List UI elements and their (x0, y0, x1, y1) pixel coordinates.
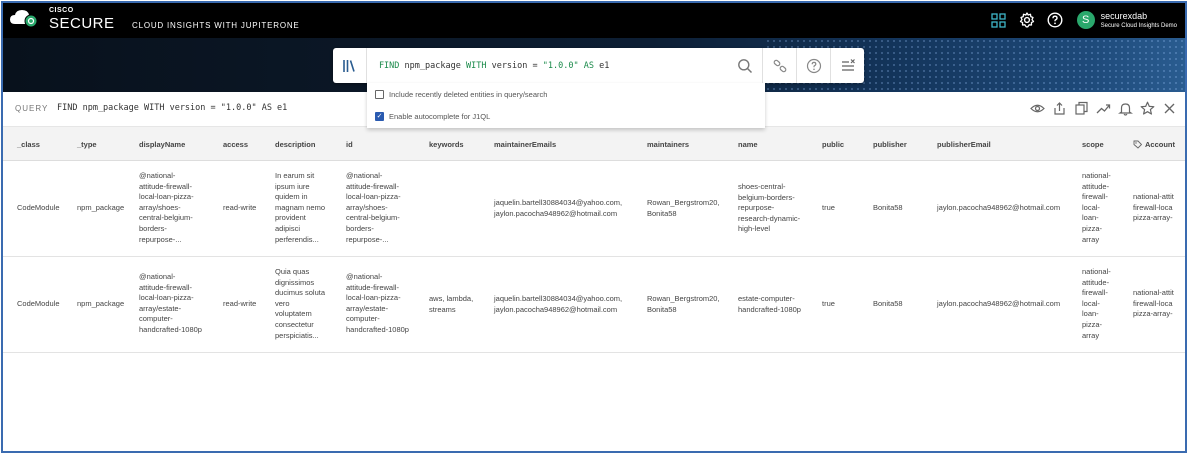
gear-icon[interactable] (1017, 10, 1037, 30)
column-header[interactable]: maintainerEmails (494, 140, 556, 149)
cell-type: npm_package (77, 203, 125, 212)
clear-query-icon[interactable] (830, 48, 864, 83)
help-circle-icon[interactable] (796, 48, 830, 83)
copy-icon[interactable] (1073, 100, 1089, 116)
table-header: _class _type displayName access descript… (3, 127, 1185, 161)
close-icon[interactable] (1161, 100, 1177, 116)
user-avatar[interactable]: S (1076, 11, 1095, 29)
query-keyword: AS (583, 60, 594, 71)
result-actions (1023, 100, 1177, 116)
cell-maintainers: Rowan_Bergstrom20, Bonita58 (647, 198, 720, 218)
query-label: QUERY (15, 104, 49, 113)
query-value: "1.0.0" (542, 60, 579, 71)
cell-public: true (822, 299, 835, 308)
query-options-dropdown: Include recently deleted entities in que… (367, 83, 765, 128)
cell-publisher-email: jaylon.pacocha948962@hotmail.com (937, 203, 1061, 212)
cell-maintainer-emails: jaquelin.bartell30884034@yahoo.com, jayl… (494, 294, 623, 314)
help-icon[interactable] (1045, 10, 1065, 30)
user-name: securexdab (1100, 10, 1148, 21)
query-text: FIND npm_package WITH version = "1.0.0" … (57, 103, 288, 113)
column-header[interactable]: public (822, 140, 844, 149)
grid-icon[interactable] (989, 10, 1009, 30)
search-icon[interactable] (728, 48, 762, 83)
query-alias: e1 (599, 60, 610, 71)
query-entity: npm_package (404, 60, 461, 71)
cell-class: CodeModule (17, 299, 60, 308)
column-header[interactable]: displayName (139, 140, 185, 149)
cell-public: true (822, 203, 835, 212)
link-icon[interactable] (762, 48, 796, 83)
secure-wordmark: SECURE (49, 15, 115, 32)
column-header-label: Account (1145, 140, 1175, 149)
top-navbar: CISCO SECURE CLOUD INSIGHTS WITH JUPITER… (3, 3, 1185, 38)
cell-keywords: aws, lambda, streams (429, 294, 474, 314)
table-row[interactable]: CodeModule npm_package @national- attitu… (3, 257, 1185, 353)
trend-icon[interactable] (1095, 100, 1111, 116)
column-header[interactable]: id (346, 140, 353, 149)
cell-publisher-email: jaylon.pacocha948962@hotmail.com (937, 299, 1061, 308)
eye-icon[interactable] (1029, 100, 1045, 116)
query-property: version (491, 60, 528, 71)
user-menu[interactable]: securexdab Secure Cloud Insights Demo (1100, 10, 1177, 29)
cell-description: In earum sit ipsum iure quidem in magnam… (275, 171, 326, 244)
column-header[interactable]: _class (17, 140, 40, 149)
cell-maintainer-emails: jaquelin.bartell30884034@yahoo.com, jayl… (494, 198, 623, 218)
cell-account: national-attit firewall-loca pizza-array… (1133, 288, 1174, 319)
query-bar: FIND npm_package WITH version = "1.0.0" … (333, 48, 864, 83)
app-window: CISCO SECURE CLOUD INSIGHTS WITH JUPITER… (1, 1, 1187, 453)
bell-icon[interactable] (1117, 100, 1133, 116)
cell-name: shoes-central- belgium-borders- repurpos… (738, 182, 801, 234)
share-icon[interactable] (1051, 100, 1067, 116)
cell-scope: national- attitude- firewall- local- loa… (1082, 267, 1111, 340)
navbar-actions: S securexdab Secure Cloud Insights Demo (981, 9, 1177, 31)
column-header-account[interactable]: Account (1133, 140, 1175, 149)
cell-class: CodeModule (17, 203, 60, 212)
cell-id: @national- attitude-firewall- local-loan… (346, 272, 409, 334)
query-operator: = (532, 60, 538, 71)
user-org: Secure Cloud Insights Demo (1100, 22, 1177, 29)
cell-publisher: Bonita58 (873, 299, 903, 308)
cisco-wordmark: CISCO (49, 7, 74, 14)
column-header[interactable]: maintainers (647, 140, 689, 149)
cell-access: read-write (223, 203, 257, 212)
column-header[interactable]: access (223, 140, 248, 149)
autocomplete-option[interactable]: ✓ Enable autocomplete for J1QL (367, 105, 765, 127)
cell-type: npm_package (77, 299, 125, 308)
cell-publisher: Bonita58 (873, 203, 903, 212)
include-deleted-label: Include recently deleted entities in que… (389, 89, 548, 99)
cell-maintainers: Rowan_Bergstrom20, Bonita58 (647, 294, 720, 314)
column-header[interactable]: scope (1082, 140, 1104, 149)
cell-display-name: @national- attitude-firewall- local-loan… (139, 272, 202, 334)
cell-id: @national- attitude-firewall- local-loan… (346, 171, 401, 244)
star-icon[interactable] (1139, 100, 1155, 116)
brand-logo[interactable]: CISCO SECURE CLOUD INSIGHTS WITH JUPITER… (9, 7, 299, 32)
table-row[interactable]: CodeModule npm_package @national- attitu… (3, 161, 1185, 257)
column-header[interactable]: publisher (873, 140, 907, 149)
column-header[interactable]: publisherEmail (937, 140, 991, 149)
cell-account: national-attit firewall-loca pizza-array… (1133, 192, 1174, 223)
results-table: _class _type displayName access descript… (3, 127, 1185, 353)
column-header[interactable]: keywords (429, 140, 464, 149)
column-header[interactable]: description (275, 140, 315, 149)
cell-access: read-write (223, 299, 257, 308)
cell-description: Quia quas dignissimos ducimus soluta ver… (275, 267, 326, 340)
tag-icon (1133, 140, 1142, 149)
cell-display-name: @national- attitude-firewall- local-loan… (139, 171, 194, 244)
product-name: CLOUD INSIGHTS WITH JUPITERONE (132, 21, 300, 30)
query-input[interactable]: FIND npm_package WITH version = "1.0.0" … (379, 61, 728, 71)
include-deleted-checkbox[interactable] (375, 89, 384, 99)
cloud-logo-icon (9, 8, 38, 28)
column-header[interactable]: _type (77, 140, 97, 149)
autocomplete-label: Enable autocomplete for J1QL (389, 111, 491, 121)
column-header[interactable]: name (738, 140, 758, 149)
query-library-icon[interactable] (333, 48, 367, 83)
query-keyword: FIND (378, 60, 400, 71)
include-deleted-option[interactable]: Include recently deleted entities in que… (367, 83, 765, 105)
cell-name: estate-computer- handcrafted-1080p (738, 294, 801, 314)
query-keyword: WITH (465, 60, 487, 71)
autocomplete-checkbox[interactable]: ✓ (375, 111, 384, 121)
cell-scope: national- attitude- firewall- local- loa… (1082, 171, 1111, 244)
